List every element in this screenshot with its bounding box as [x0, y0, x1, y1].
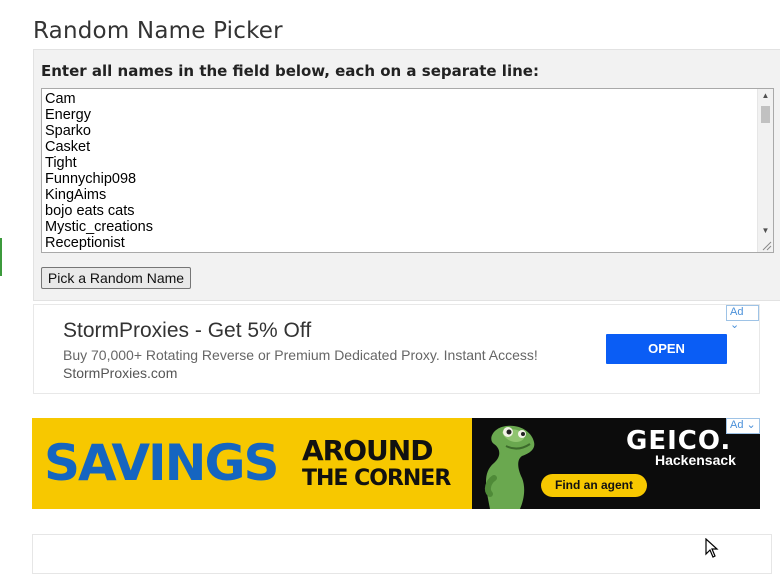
- geico-banner-ad[interactable]: SAVINGS AROUND THE CORNER GEICO. Hackens…: [32, 418, 760, 509]
- name-line: Casket: [45, 139, 91, 155]
- banner-black-panel: GEICO. Hackensack Find an agent: [472, 418, 760, 509]
- bottom-content-box: [32, 534, 772, 574]
- name-line: Cam: [45, 91, 76, 107]
- name-line: Funnychip098: [45, 171, 137, 187]
- ad-headline[interactable]: StormProxies - Get 5% Off: [63, 319, 311, 343]
- name-line: bojo eats cats: [45, 203, 135, 219]
- banner-around-text: AROUND: [302, 434, 433, 467]
- banner-ad-badge-label: Ad: [730, 419, 744, 431]
- textarea-scrollbar[interactable]: ▲ ▼: [757, 89, 773, 252]
- names-textarea[interactable]: Cam Energy Sparko Casket Tight Funnychip098 Ki…: [41, 88, 774, 253]
- banner-ad-badge[interactable]: Ad ⌄: [726, 418, 760, 434]
- banner-the-corner-text: THE CORNER: [302, 466, 451, 491]
- pick-random-name-button[interactable]: Pick a Random Name: [41, 267, 191, 289]
- ad-badge-label: Ad: [730, 306, 744, 318]
- name-line: Energy: [45, 107, 91, 123]
- chevron-down-icon: ⌄: [746, 419, 756, 431]
- scroll-down-arrow-icon[interactable]: ▼: [758, 224, 773, 238]
- gecko-mascot-icon: [484, 425, 535, 509]
- resize-grip-icon[interactable]: [760, 239, 772, 251]
- banner-yellow-panel: SAVINGS AROUND THE CORNER: [32, 418, 472, 509]
- text-ad[interactable]: Ad ⌄ StormProxies - Get 5% Off Buy 70,00…: [33, 304, 760, 394]
- ad-description: Buy 70,000+ Rotating Reverse or Premium …: [63, 347, 538, 363]
- scroll-up-arrow-icon[interactable]: ▲: [758, 89, 773, 103]
- name-line: Mystic_creations: [45, 219, 153, 235]
- geico-location: Hackensack: [655, 452, 736, 468]
- name-line: Tight: [45, 155, 77, 171]
- find-agent-button[interactable]: Find an agent: [541, 474, 647, 497]
- ad-domain[interactable]: StormProxies.com: [63, 365, 177, 381]
- instructions-label: Enter all names in the field below, each…: [41, 62, 539, 80]
- name-line: Sparko: [45, 123, 91, 139]
- mouse-pointer-icon: [705, 538, 719, 558]
- name-line: KingAims: [45, 187, 107, 203]
- name-picker-panel: Enter all names in the field below, each…: [33, 49, 780, 301]
- chevron-down-icon: ⌄: [730, 319, 740, 331]
- names-list: Cam Energy Sparko Casket Tight Funnychip098 Ki…: [45, 91, 153, 251]
- scroll-thumb[interactable]: [761, 106, 770, 123]
- left-accent-bar: [0, 238, 2, 276]
- ad-badge[interactable]: Ad ⌄: [726, 305, 759, 331]
- ad-open-button[interactable]: OPEN: [606, 334, 727, 364]
- name-line: Receptionist: [45, 235, 125, 251]
- banner-savings-text: SAVINGS: [44, 434, 280, 492]
- page-title: Random Name Picker: [33, 18, 283, 44]
